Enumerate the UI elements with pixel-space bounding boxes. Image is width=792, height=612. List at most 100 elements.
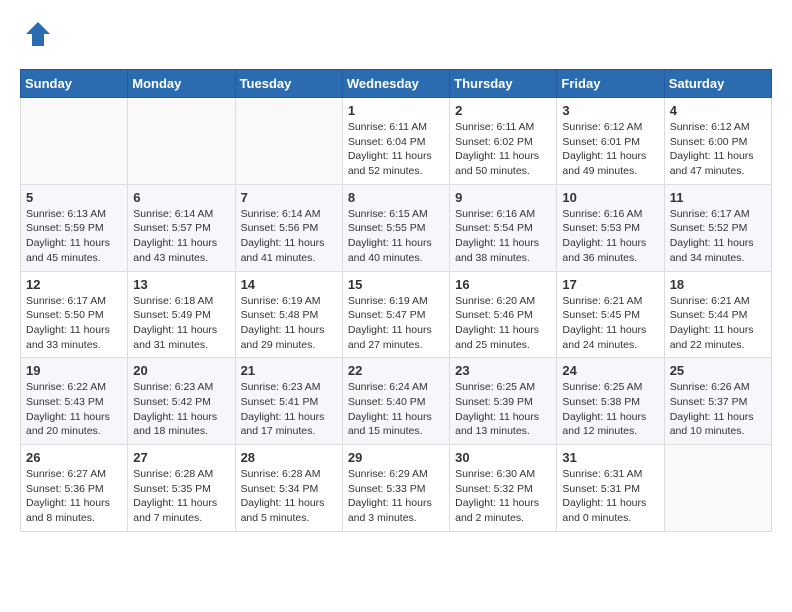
calendar-cell: 5Sunrise: 6:13 AM Sunset: 5:59 PM Daylig…	[21, 184, 128, 271]
calendar-cell: 22 Sunrise: 6:24 AM Sunset: 5:40 PM Dayli…	[342, 358, 449, 445]
day-detail: Sunrise: 6:19 AM Sunset: 5:47 PM Dayligh…	[348, 294, 444, 353]
calendar-cell: 29 Sunrise: 6:29 AM Sunset: 5:33 PM Dayli…	[342, 445, 449, 532]
day-detail: Sunrise: 6:12 AM Sunset: 6:01 PM Dayligh…	[562, 120, 658, 179]
calendar-table: SundayMondayTuesdayWednesdayThursdayFrid…	[20, 69, 772, 532]
calendar-week-3: 12 Sunrise: 6:17 AM Sunset: 5:50 PM Dayli…	[21, 271, 772, 358]
calendar-cell: 25 Sunrise: 6:26 AM Sunset: 5:37 PM Dayli…	[664, 358, 771, 445]
calendar-cell: 14 Sunrise: 6:19 AM Sunset: 5:48 PM Dayli…	[235, 271, 342, 358]
day-number: 2	[455, 103, 551, 118]
calendar-cell: 11 Sunrise: 6:17 AM Sunset: 5:52 PM Dayli…	[664, 184, 771, 271]
day-number: 22	[348, 363, 444, 378]
calendar-cell: 7Sunrise: 6:14 AM Sunset: 5:56 PM Daylig…	[235, 184, 342, 271]
day-detail: Sunrise: 6:27 AM Sunset: 5:36 PM Dayligh…	[26, 467, 122, 526]
day-number: 8	[348, 190, 444, 205]
day-number: 3	[562, 103, 658, 118]
day-detail: Sunrise: 6:29 AM Sunset: 5:33 PM Dayligh…	[348, 467, 444, 526]
calendar-cell: 18Sunrise: 6:21 AM Sunset: 5:44 PM Dayli…	[664, 271, 771, 358]
calendar-cell: 26 Sunrise: 6:27 AM Sunset: 5:36 PM Dayli…	[21, 445, 128, 532]
day-number: 26	[26, 450, 122, 465]
day-number: 23	[455, 363, 551, 378]
calendar-week-4: 19 Sunrise: 6:22 AM Sunset: 5:43 PM Dayli…	[21, 358, 772, 445]
calendar-cell: 3 Sunrise: 6:12 AM Sunset: 6:01 PM Daylig…	[557, 98, 664, 185]
logo-icon	[24, 20, 52, 53]
day-detail: Sunrise: 6:28 AM Sunset: 5:35 PM Dayligh…	[133, 467, 229, 526]
day-detail: Sunrise: 6:21 AM Sunset: 5:45 PM Dayligh…	[562, 294, 658, 353]
day-number: 20	[133, 363, 229, 378]
calendar-week-2: 5Sunrise: 6:13 AM Sunset: 5:59 PM Daylig…	[21, 184, 772, 271]
weekday-header-friday: Friday	[557, 70, 664, 98]
day-number: 18	[670, 277, 766, 292]
calendar-cell	[664, 445, 771, 532]
calendar-cell: 31Sunrise: 6:31 AM Sunset: 5:31 PM Dayli…	[557, 445, 664, 532]
page-header	[20, 20, 772, 53]
calendar-cell: 19 Sunrise: 6:22 AM Sunset: 5:43 PM Dayli…	[21, 358, 128, 445]
day-number: 13	[133, 277, 229, 292]
day-detail: Sunrise: 6:17 AM Sunset: 5:50 PM Dayligh…	[26, 294, 122, 353]
day-number: 16	[455, 277, 551, 292]
day-number: 11	[670, 190, 766, 205]
weekday-header-wednesday: Wednesday	[342, 70, 449, 98]
calendar-cell: 10Sunrise: 6:16 AM Sunset: 5:53 PM Dayli…	[557, 184, 664, 271]
day-detail: Sunrise: 6:23 AM Sunset: 5:42 PM Dayligh…	[133, 380, 229, 439]
day-detail: Sunrise: 6:23 AM Sunset: 5:41 PM Dayligh…	[241, 380, 337, 439]
day-number: 5	[26, 190, 122, 205]
calendar-cell: 24Sunrise: 6:25 AM Sunset: 5:38 PM Dayli…	[557, 358, 664, 445]
calendar-cell: 30 Sunrise: 6:30 AM Sunset: 5:32 PM Dayli…	[450, 445, 557, 532]
day-detail: Sunrise: 6:26 AM Sunset: 5:37 PM Dayligh…	[670, 380, 766, 439]
day-detail: Sunrise: 6:30 AM Sunset: 5:32 PM Dayligh…	[455, 467, 551, 526]
day-detail: Sunrise: 6:16 AM Sunset: 5:54 PM Dayligh…	[455, 207, 551, 266]
day-detail: Sunrise: 6:25 AM Sunset: 5:39 PM Dayligh…	[455, 380, 551, 439]
day-number: 30	[455, 450, 551, 465]
day-number: 31	[562, 450, 658, 465]
day-number: 15	[348, 277, 444, 292]
weekday-header-tuesday: Tuesday	[235, 70, 342, 98]
calendar-week-5: 26 Sunrise: 6:27 AM Sunset: 5:36 PM Dayli…	[21, 445, 772, 532]
day-detail: Sunrise: 6:14 AM Sunset: 5:57 PM Dayligh…	[133, 207, 229, 266]
day-detail: Sunrise: 6:22 AM Sunset: 5:43 PM Dayligh…	[26, 380, 122, 439]
calendar-cell	[21, 98, 128, 185]
weekday-header-monday: Monday	[128, 70, 235, 98]
calendar-cell: 16 Sunrise: 6:20 AM Sunset: 5:46 PM Dayli…	[450, 271, 557, 358]
calendar-body: 1Sunrise: 6:11 AM Sunset: 6:04 PM Daylig…	[21, 98, 772, 532]
calendar-cell: 1Sunrise: 6:11 AM Sunset: 6:04 PM Daylig…	[342, 98, 449, 185]
day-detail: Sunrise: 6:16 AM Sunset: 5:53 PM Dayligh…	[562, 207, 658, 266]
weekday-header-sunday: Sunday	[21, 70, 128, 98]
day-detail: Sunrise: 6:14 AM Sunset: 5:56 PM Dayligh…	[241, 207, 337, 266]
day-number: 28	[241, 450, 337, 465]
calendar-cell: 28 Sunrise: 6:28 AM Sunset: 5:34 PM Dayli…	[235, 445, 342, 532]
day-detail: Sunrise: 6:11 AM Sunset: 6:02 PM Dayligh…	[455, 120, 551, 179]
calendar-cell: 9 Sunrise: 6:16 AM Sunset: 5:54 PM Daylig…	[450, 184, 557, 271]
weekday-header-thursday: Thursday	[450, 70, 557, 98]
calendar-week-1: 1Sunrise: 6:11 AM Sunset: 6:04 PM Daylig…	[21, 98, 772, 185]
calendar-cell: 27 Sunrise: 6:28 AM Sunset: 5:35 PM Dayli…	[128, 445, 235, 532]
weekday-header-saturday: Saturday	[664, 70, 771, 98]
day-number: 17	[562, 277, 658, 292]
calendar-cell: 13 Sunrise: 6:18 AM Sunset: 5:49 PM Dayli…	[128, 271, 235, 358]
day-number: 9	[455, 190, 551, 205]
logo	[20, 20, 52, 53]
calendar-header: SundayMondayTuesdayWednesdayThursdayFrid…	[21, 70, 772, 98]
day-number: 14	[241, 277, 337, 292]
day-detail: Sunrise: 6:24 AM Sunset: 5:40 PM Dayligh…	[348, 380, 444, 439]
day-detail: Sunrise: 6:20 AM Sunset: 5:46 PM Dayligh…	[455, 294, 551, 353]
calendar-cell: 12 Sunrise: 6:17 AM Sunset: 5:50 PM Dayli…	[21, 271, 128, 358]
day-number: 6	[133, 190, 229, 205]
day-number: 12	[26, 277, 122, 292]
day-number: 27	[133, 450, 229, 465]
weekday-header-row: SundayMondayTuesdayWednesdayThursdayFrid…	[21, 70, 772, 98]
day-detail: Sunrise: 6:18 AM Sunset: 5:49 PM Dayligh…	[133, 294, 229, 353]
day-number: 24	[562, 363, 658, 378]
day-number: 29	[348, 450, 444, 465]
calendar-cell: 17 Sunrise: 6:21 AM Sunset: 5:45 PM Dayli…	[557, 271, 664, 358]
calendar-cell	[128, 98, 235, 185]
calendar-cell: 21Sunrise: 6:23 AM Sunset: 5:41 PM Dayli…	[235, 358, 342, 445]
calendar-cell	[235, 98, 342, 185]
day-detail: Sunrise: 6:12 AM Sunset: 6:00 PM Dayligh…	[670, 120, 766, 179]
day-detail: Sunrise: 6:19 AM Sunset: 5:48 PM Dayligh…	[241, 294, 337, 353]
calendar-cell: 6 Sunrise: 6:14 AM Sunset: 5:57 PM Daylig…	[128, 184, 235, 271]
day-detail: Sunrise: 6:15 AM Sunset: 5:55 PM Dayligh…	[348, 207, 444, 266]
day-detail: Sunrise: 6:28 AM Sunset: 5:34 PM Dayligh…	[241, 467, 337, 526]
day-detail: Sunrise: 6:17 AM Sunset: 5:52 PM Dayligh…	[670, 207, 766, 266]
day-number: 25	[670, 363, 766, 378]
day-number: 19	[26, 363, 122, 378]
